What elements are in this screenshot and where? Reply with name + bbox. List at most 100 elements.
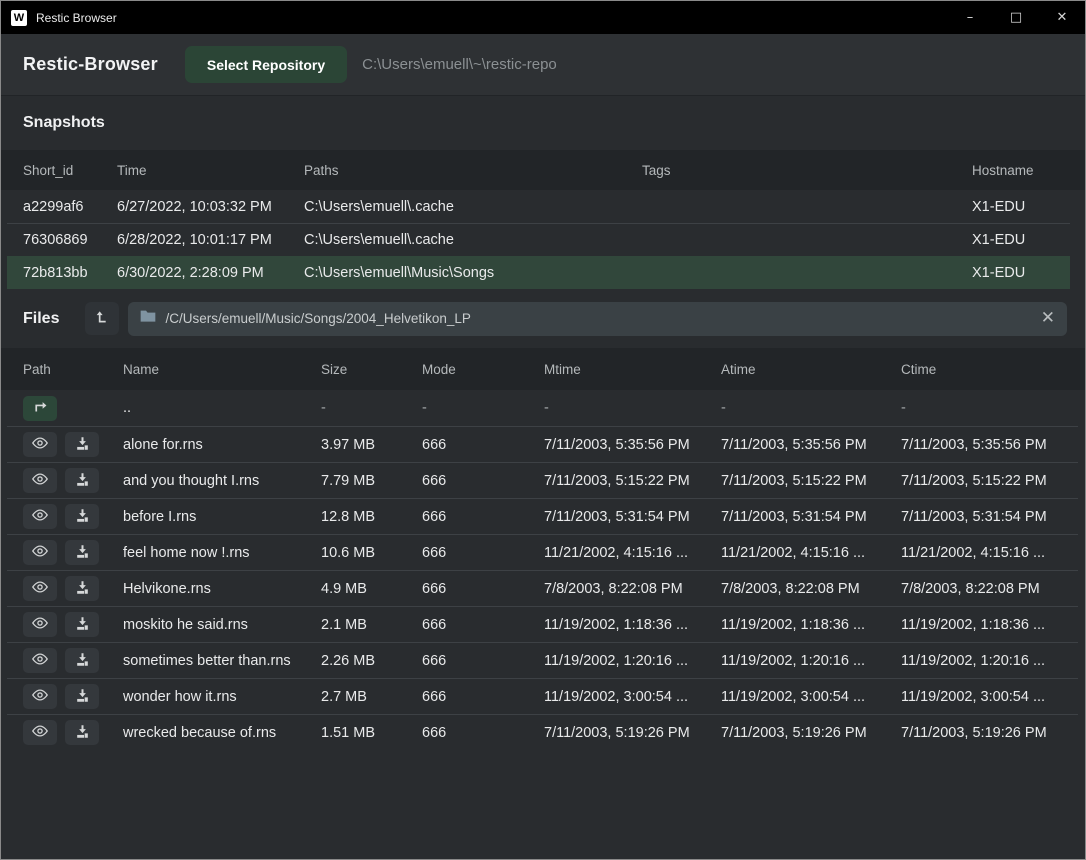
snapshot-paths: C:\Users\emuell\.cache	[304, 199, 642, 215]
file-row[interactable]: alone for.rns 3.97 MB 666 7/11/2003, 5:3…	[7, 426, 1078, 462]
file-name: alone for.rns	[123, 437, 321, 453]
preview-file-button[interactable]	[23, 648, 57, 673]
file-mtime: 7/11/2003, 5:35:56 PM	[544, 437, 721, 453]
repository-path: C:\Users\emuell\~\restic-repo	[362, 56, 557, 73]
file-name: wrecked because of.rns	[123, 725, 321, 741]
column-header-name: Name	[123, 362, 321, 377]
eye-icon	[31, 472, 49, 489]
file-mode: 666	[422, 653, 544, 669]
column-header-mtime: Mtime	[544, 362, 721, 377]
file-atime: 11/19/2002, 1:20:16 ...	[721, 653, 901, 669]
go-parent-button[interactable]	[23, 396, 57, 421]
column-header-mode: Mode	[422, 362, 544, 377]
column-header-tags: Tags	[642, 163, 972, 178]
download-file-button[interactable]	[65, 468, 99, 493]
app-title: Restic-Browser	[23, 54, 158, 75]
minimize-button[interactable]: –	[947, 1, 993, 34]
download-file-button[interactable]	[65, 504, 99, 529]
snapshots-table-header: Short_id Time Paths Tags Hostname	[1, 150, 1085, 190]
file-row[interactable]: wonder how it.rns 2.7 MB 666 11/19/2002,…	[7, 678, 1078, 714]
file-row[interactable]: moskito he said.rns 2.1 MB 666 11/19/200…	[7, 606, 1078, 642]
titlebar[interactable]: W Restic Browser – □ ✕	[1, 1, 1085, 34]
download-icon	[75, 652, 90, 670]
file-mtime: 11/21/2002, 4:15:16 ...	[544, 545, 721, 561]
file-size: -	[321, 400, 422, 416]
download-file-button[interactable]	[65, 684, 99, 709]
clear-path-button[interactable]: ✕	[1041, 310, 1055, 327]
file-mode: 666	[422, 509, 544, 525]
file-atime: 7/11/2003, 5:15:22 PM	[721, 473, 901, 489]
eye-icon	[31, 616, 49, 633]
download-icon	[75, 580, 90, 598]
file-ctime: 11/19/2002, 3:00:54 ...	[901, 689, 1078, 705]
file-row[interactable]: and you thought I.rns 7.79 MB 666 7/11/2…	[7, 462, 1078, 498]
file-row[interactable]: Helvikone.rns 4.9 MB 666 7/8/2003, 8:22:…	[7, 570, 1078, 606]
preview-file-button[interactable]	[23, 684, 57, 709]
column-header-paths: Paths	[304, 163, 642, 178]
column-header-short-id: Short_id	[23, 163, 117, 178]
file-row[interactable]: before I.rns 12.8 MB 666 7/11/2003, 5:31…	[7, 498, 1078, 534]
download-file-button[interactable]	[65, 612, 99, 637]
file-name: feel home now !.rns	[123, 545, 321, 561]
file-row[interactable]: sometimes better than.rns 2.26 MB 666 11…	[7, 642, 1078, 678]
download-file-button[interactable]	[65, 540, 99, 565]
close-button[interactable]: ✕	[1039, 1, 1085, 34]
maximize-button[interactable]: □	[993, 1, 1039, 34]
files-path-bar[interactable]: /C/Users/emuell/Music/Songs/2004_Helveti…	[128, 302, 1067, 336]
file-row[interactable]: feel home now !.rns 10.6 MB 666 11/21/20…	[7, 534, 1078, 570]
files-heading: Files	[23, 310, 59, 328]
eye-icon	[31, 436, 49, 453]
parent-directory-row[interactable]: .. - - - - -	[7, 390, 1078, 426]
eye-icon	[31, 580, 49, 597]
file-size: 2.1 MB	[321, 617, 422, 633]
file-mode: 666	[422, 437, 544, 453]
files-section-header: Files /C/Users/emuell/Music/Songs/2004_H…	[1, 289, 1085, 348]
download-file-button[interactable]	[65, 720, 99, 745]
preview-file-button[interactable]	[23, 720, 57, 745]
file-mode: 666	[422, 689, 544, 705]
app-window: W Restic Browser – □ ✕ Restic-Browser Se…	[0, 0, 1086, 860]
file-size: 2.7 MB	[321, 689, 422, 705]
download-file-button[interactable]	[65, 648, 99, 673]
download-file-button[interactable]	[65, 576, 99, 601]
file-atime: 11/21/2002, 4:15:16 ...	[721, 545, 901, 561]
file-ctime: 7/11/2003, 5:35:56 PM	[901, 437, 1078, 453]
file-mode: 666	[422, 725, 544, 741]
snapshot-hostname: X1-EDU	[972, 232, 1070, 248]
file-ctime: 7/11/2003, 5:19:26 PM	[901, 725, 1078, 741]
snapshot-hostname: X1-EDU	[972, 199, 1070, 215]
column-header-ctime: Ctime	[901, 362, 1085, 377]
file-row[interactable]: wrecked because of.rns 1.51 MB 666 7/11/…	[7, 714, 1078, 750]
snapshot-time: 6/28/2022, 10:01:17 PM	[117, 232, 304, 248]
file-size: 1.51 MB	[321, 725, 422, 741]
download-icon	[75, 544, 90, 562]
download-file-button[interactable]	[65, 432, 99, 457]
file-atime: 7/11/2003, 5:31:54 PM	[721, 509, 901, 525]
snapshots-heading: Snapshots	[23, 114, 105, 132]
snapshot-row[interactable]: 72b813bb 6/30/2022, 2:28:09 PM C:\Users\…	[7, 256, 1070, 289]
select-repository-button[interactable]: Select Repository	[185, 46, 347, 83]
preview-file-button[interactable]	[23, 432, 57, 457]
file-atime: 11/19/2002, 1:18:36 ...	[721, 617, 901, 633]
preview-file-button[interactable]	[23, 468, 57, 493]
snapshot-row[interactable]: a2299af6 6/27/2022, 10:03:32 PM C:\Users…	[7, 190, 1070, 223]
file-size: 3.97 MB	[321, 437, 422, 453]
file-mode: 666	[422, 581, 544, 597]
snapshot-short-id: 76306869	[23, 232, 117, 248]
file-ctime: -	[901, 400, 1078, 416]
snapshot-row[interactable]: 76306869 6/28/2022, 10:01:17 PM C:\Users…	[7, 223, 1070, 256]
preview-file-button[interactable]	[23, 504, 57, 529]
file-name: and you thought I.rns	[123, 473, 321, 489]
snapshot-paths: C:\Users\emuell\.cache	[304, 232, 642, 248]
file-mtime: 11/19/2002, 1:20:16 ...	[544, 653, 721, 669]
preview-file-button[interactable]	[23, 540, 57, 565]
column-header-size: Size	[321, 362, 422, 377]
file-mode: 666	[422, 545, 544, 561]
up-level-button[interactable]	[85, 302, 119, 335]
preview-file-button[interactable]	[23, 612, 57, 637]
file-atime: 7/11/2003, 5:35:56 PM	[721, 437, 901, 453]
eye-icon	[31, 724, 49, 741]
snapshot-time: 6/30/2022, 2:28:09 PM	[117, 265, 304, 281]
snapshot-paths: C:\Users\emuell\Music\Songs	[304, 265, 642, 281]
preview-file-button[interactable]	[23, 576, 57, 601]
